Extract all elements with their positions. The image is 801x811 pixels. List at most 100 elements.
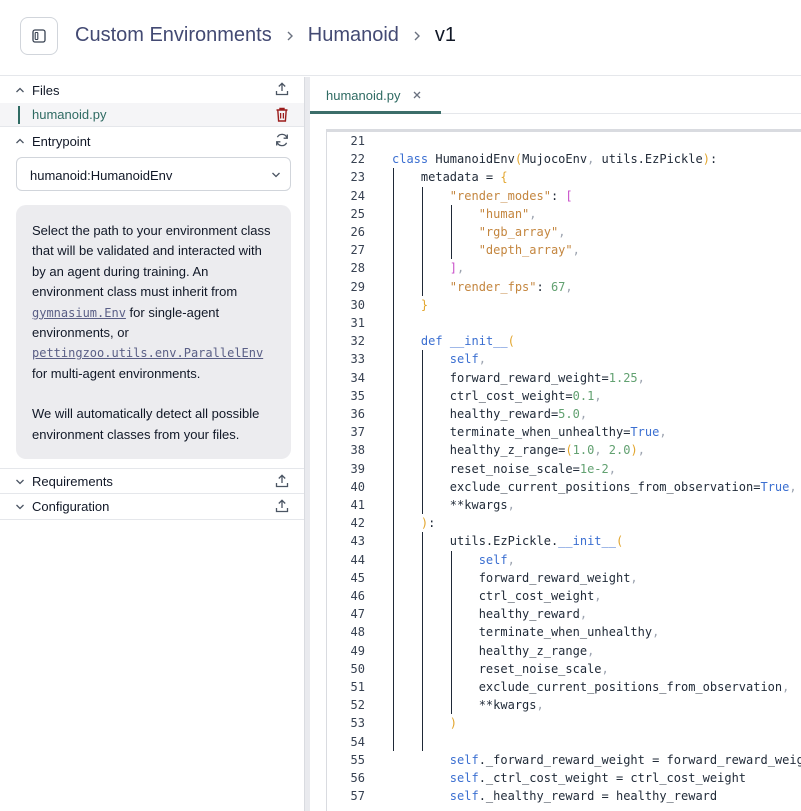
code-line: 22 class HumanoidEnv(MujocoEnv, utils.EzP… xyxy=(327,150,801,168)
entrypoint-label: Entrypoint xyxy=(32,133,91,149)
code-text: class HumanoidEnv(MujocoEnv, utils.EzPic… xyxy=(392,152,718,167)
configuration-section-header[interactable]: Configuration xyxy=(0,494,304,520)
chevron-right-icon xyxy=(413,30,421,42)
upload-icon[interactable] xyxy=(274,81,290,97)
code-text: reset_noise_scale, xyxy=(392,661,609,676)
line-number: 23 xyxy=(350,170,365,185)
file-item-humanoid[interactable]: humanoid.py xyxy=(0,103,304,127)
tab-label: humanoid.py xyxy=(326,88,401,103)
code-line: 29 "render_fps": 67, xyxy=(327,278,801,296)
code-line: 36 healthy_reward=5.0, xyxy=(327,405,801,423)
code-line: 46 ctrl_cost_weight, xyxy=(327,587,801,605)
entrypoint-section-header[interactable]: Entrypoint xyxy=(0,128,304,154)
tab-humanoid-py[interactable]: humanoid.py xyxy=(310,77,441,114)
code-line: 55 self._forward_reward_weight = forward… xyxy=(327,751,801,769)
line-number: 34 xyxy=(350,370,365,385)
code-text: self, xyxy=(478,552,515,567)
code-line: 53 ) xyxy=(327,714,801,732)
code-line: 37 terminate_when_unhealthy=True, xyxy=(327,423,801,441)
code-line: 28 ], xyxy=(327,259,801,277)
line-number: 43 xyxy=(350,534,365,549)
code-text: **kwargs, xyxy=(392,698,544,713)
requirements-label: Requirements xyxy=(32,473,113,489)
upload-icon[interactable] xyxy=(274,498,290,514)
code-text: self._forward_reward_weight = forward_re… xyxy=(449,752,801,767)
code-text: ): xyxy=(420,516,436,531)
code-text: exclude_current_positions_from_observati… xyxy=(392,479,797,494)
files-section-header[interactable]: Files xyxy=(0,77,304,103)
help-text: Select the path to your environment clas… xyxy=(32,223,271,300)
code-line: 40 exclude_current_positions_from_observ… xyxy=(327,478,801,496)
breadcrumb-humanoid[interactable]: Humanoid xyxy=(308,24,399,47)
code-text: healthy_z_range=(1.0, 2.0), xyxy=(392,443,645,458)
code-text: "render_modes": [ xyxy=(449,188,573,203)
code-text: metadata = { xyxy=(392,170,508,185)
code-line: 38 healthy_z_range=(1.0, 2.0), xyxy=(327,441,801,459)
line-number: 38 xyxy=(350,443,365,458)
line-number: 51 xyxy=(350,680,365,694)
code-text: ) xyxy=(449,716,458,731)
line-number: 28 xyxy=(350,261,365,276)
chevron-up-icon xyxy=(16,87,24,93)
files-label: Files xyxy=(32,82,60,98)
code-line: 49 healthy_z_range, xyxy=(327,642,801,660)
sidebar-toggle-button[interactable] xyxy=(20,17,58,55)
refresh-icon[interactable] xyxy=(274,132,290,148)
line-number: 52 xyxy=(350,698,365,713)
code-area[interactable]: 21 22 class HumanoidEnv(MujocoEnv, utils.E… xyxy=(326,129,801,811)
code-text: self._healthy_reward = healthy_reward xyxy=(449,789,718,804)
file-name: humanoid.py xyxy=(32,107,107,122)
code-line: 21 xyxy=(327,132,801,150)
code-line: 34 forward_reward_weight=1.25, xyxy=(327,369,801,387)
breadcrumb-custom-environments[interactable]: Custom Environments xyxy=(75,24,272,47)
code-line: 52 **kwargs, xyxy=(327,696,801,714)
code-line: 35 ctrl_cost_weight=0.1, xyxy=(327,387,801,405)
code-text: ctrl_cost_weight, xyxy=(392,589,602,603)
code-line: 25 "human", xyxy=(327,205,801,223)
code-text: ], xyxy=(449,261,465,276)
editor-tab-bar: humanoid.py xyxy=(310,77,801,114)
line-number: 30 xyxy=(350,297,365,312)
trash-icon[interactable] xyxy=(274,106,290,123)
line-number: 35 xyxy=(350,388,365,403)
indent-guide xyxy=(421,350,423,515)
code-line: 26 "rgb_array", xyxy=(327,223,801,241)
line-number: 46 xyxy=(350,589,365,603)
line-number: 47 xyxy=(350,607,365,622)
chevron-down-icon xyxy=(16,504,24,510)
code-line: 43 utils.EzPickle.__init__( xyxy=(327,532,801,550)
code-line: 44 self, xyxy=(327,551,801,569)
entrypoint-select[interactable]: humanoid:HumanoidEnv xyxy=(16,157,291,191)
indent-guide xyxy=(421,532,423,751)
line-number: 54 xyxy=(350,734,365,749)
code-text: "rgb_array", xyxy=(478,225,566,239)
code-line: 42 ): xyxy=(327,514,801,532)
code-line: 54 xyxy=(327,733,801,751)
line-number: 53 xyxy=(350,716,365,731)
code-line: 27 "depth_array", xyxy=(327,241,801,259)
line-number: 22 xyxy=(350,152,365,167)
code-line: 41 **kwargs, xyxy=(327,496,801,514)
code-text: "render_fps": 67, xyxy=(449,279,573,294)
code-text: def __init__( xyxy=(420,334,515,349)
top-header: Custom Environments Humanoid v1 xyxy=(0,0,801,76)
code-line: 32 def __init__( xyxy=(327,332,801,350)
close-icon[interactable] xyxy=(412,90,422,100)
code-line: 33 self, xyxy=(327,350,801,368)
indent-guide xyxy=(450,550,452,715)
upload-icon[interactable] xyxy=(274,473,290,489)
line-number: 29 xyxy=(350,279,365,294)
line-number: 37 xyxy=(350,425,365,440)
help-paragraph-2: We will automatically detect all possibl… xyxy=(32,406,260,442)
code-line: 31 xyxy=(327,314,801,332)
line-number: 40 xyxy=(350,479,365,494)
gymnasium-env-link[interactable]: gymnasium.Env xyxy=(32,306,126,320)
requirements-section-header[interactable]: Requirements xyxy=(0,468,304,494)
line-number: 39 xyxy=(350,461,365,476)
code-line: 57 self._healthy_reward = healthy_reward xyxy=(327,787,801,805)
breadcrumb-version: v1 xyxy=(434,24,457,46)
code-editor: humanoid.py 21 22 class HumanoidEnv(Mujoco… xyxy=(310,77,801,811)
line-number: 33 xyxy=(350,352,365,367)
line-number: 50 xyxy=(350,661,365,676)
pettingzoo-parallelenv-link[interactable]: pettingzoo.utils.env.ParallelEnv xyxy=(32,346,263,360)
